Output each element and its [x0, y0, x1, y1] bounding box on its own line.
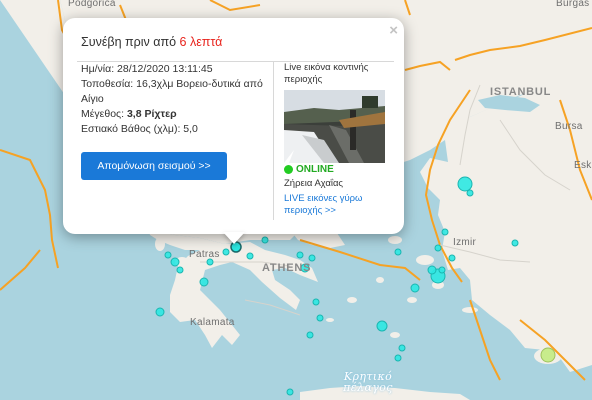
detail-date-value: 28/12/2020 13:11:45: [117, 63, 213, 75]
city-label-podgorica: Podgorica: [68, 0, 116, 9]
detail-location: Τοποθεσία: 16,3χλμ Βορειο-δυτικά από Αίγ…: [81, 77, 276, 107]
quake-details: Ημ/νία: 28/12/2020 13:11:45 Τοποθεσία: 1…: [81, 62, 276, 137]
city-label-athens: ATHENS: [262, 262, 312, 274]
city-label-kalamata: Kalamata: [190, 317, 235, 328]
earthquake-popup: × Συνέβη πριν από 6 λεπτά Ημ/νία: 28/12/…: [63, 18, 404, 234]
city-label-bursa: Bursa: [555, 121, 583, 132]
city-label-eskisehir: Esk: [574, 160, 592, 171]
camera-location: Ζήρεια Αχαΐας: [284, 178, 344, 189]
live-cameras-link[interactable]: LIVE εικόνες γύρω περιοχής >>: [284, 193, 384, 217]
city-label-patras: Patras: [189, 249, 220, 260]
city-label-istanbul: ISTANBUL: [490, 86, 552, 98]
sea-label-cretan-text: Κρητικό πέλαγος: [343, 370, 393, 394]
sea-label-cretan: Κρητικό πέλαγος: [337, 371, 399, 393]
detail-date: Ημ/νία: 28/12/2020 13:11:45: [81, 62, 276, 77]
popup-title: Συνέβη πριν από 6 λεπτά: [81, 35, 222, 49]
city-label-burgas: Burgas: [556, 0, 590, 9]
isolate-earthquake-button[interactable]: Απομόνωση σεισμού >>: [81, 152, 227, 180]
camera-online-status: ONLINE: [284, 164, 334, 175]
camera-snapshot: [284, 90, 385, 163]
detail-magnitude-value: 3,8 Ρίχτερ: [126, 108, 177, 120]
popup-column-divider: [273, 62, 274, 220]
detail-depth: Εστιακό Βάθος (χλμ): 5,0: [81, 122, 276, 137]
popup-title-prefix: Συνέβη πριν από: [81, 35, 177, 49]
detail-magnitude: Μέγεθος: 3,8 Ρίχτερ: [81, 107, 276, 122]
detail-depth-value: 5,0: [183, 123, 198, 135]
live-camera-image[interactable]: [284, 90, 385, 163]
camera-online-label: ONLINE: [296, 164, 334, 175]
city-label-izmir: Izmir: [453, 237, 477, 248]
detail-depth-label: Εστιακό Βάθος (χλμ):: [81, 123, 181, 135]
detail-location-label: Τοποθεσία:: [81, 78, 134, 90]
detail-date-label: Ημ/νία:: [81, 63, 115, 75]
popup-title-ago: 6 λεπτά: [179, 35, 223, 49]
online-dot-icon: [284, 165, 293, 174]
close-icon[interactable]: ×: [389, 22, 398, 39]
detail-magnitude-label: Μέγεθος:: [81, 108, 125, 120]
popup-pointer: [223, 232, 245, 244]
earthquake-marker-old[interactable]: [540, 347, 556, 363]
camera-title: Live εικόνα κοντινής περιοχής: [284, 62, 369, 85]
